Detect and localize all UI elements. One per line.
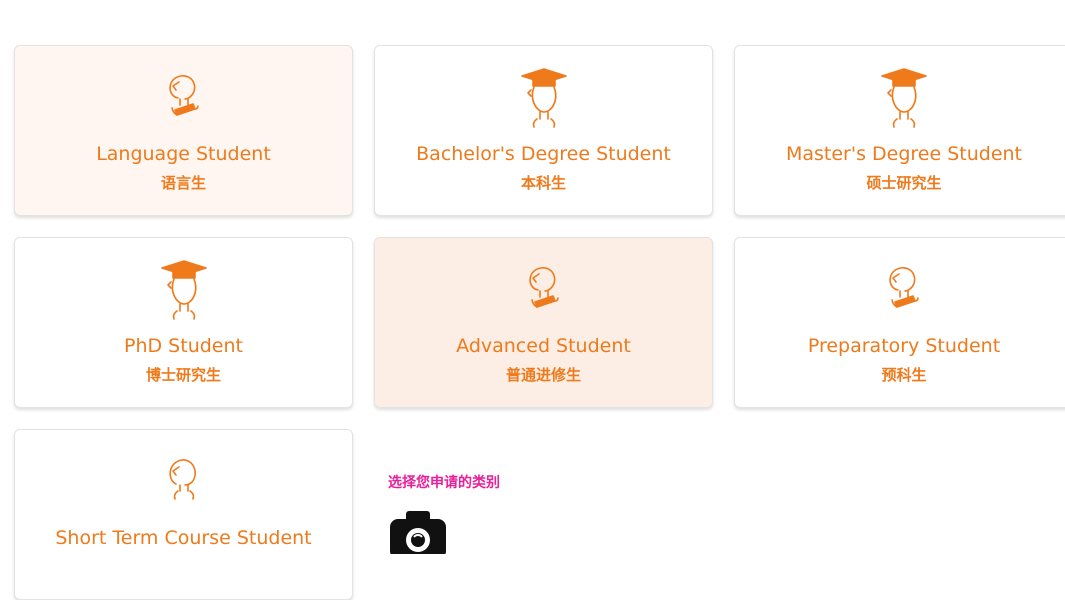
card-title-en: Bachelor's Degree Student bbox=[416, 143, 671, 165]
card-title-zh: 语言生 bbox=[160, 174, 206, 192]
student-icon bbox=[159, 448, 209, 516]
card-title-zh: 本科生 bbox=[520, 174, 566, 192]
graduate-icon bbox=[879, 64, 929, 132]
card-title-en: Master's Degree Student bbox=[785, 143, 1023, 165]
camera-icon[interactable] bbox=[388, 509, 458, 559]
card-title-zh: 博士研究生 bbox=[145, 366, 221, 384]
card-title-en: PhD Student bbox=[124, 335, 243, 357]
graduate-icon bbox=[519, 64, 569, 132]
card-title-en: Short Term Course Student bbox=[55, 527, 312, 549]
card-preparatory-student[interactable]: Preparatory Student 预科生 bbox=[734, 237, 1065, 408]
card-advanced-student[interactable]: Advanced Student 普通进修生 bbox=[374, 237, 713, 408]
card-bachelor-student[interactable]: Bachelor's Degree Student 本科生 bbox=[374, 45, 713, 216]
student-icon bbox=[159, 64, 209, 132]
graduate-icon bbox=[159, 256, 209, 324]
student-icon bbox=[519, 256, 569, 324]
card-phd-student[interactable]: PhD Student 博士研究生 bbox=[14, 237, 353, 408]
student-icon bbox=[879, 256, 929, 324]
card-title-zh: 预科生 bbox=[881, 366, 927, 384]
card-title-en: Language Student bbox=[96, 143, 271, 165]
card-master-student[interactable]: Master's Degree Student 硕士研究生 bbox=[734, 45, 1065, 216]
card-title-en: Advanced Student bbox=[456, 335, 631, 357]
category-hint: 选择您申请的类别 bbox=[388, 475, 500, 491]
card-title-zh: 硕士研究生 bbox=[866, 174, 942, 192]
card-language-student[interactable]: Language Student 语言生 bbox=[14, 45, 353, 216]
card-title-en: Preparatory Student bbox=[807, 335, 1001, 357]
card-short-term-student[interactable]: Short Term Course Student bbox=[14, 429, 353, 600]
card-title-zh: 普通进修生 bbox=[505, 366, 581, 384]
